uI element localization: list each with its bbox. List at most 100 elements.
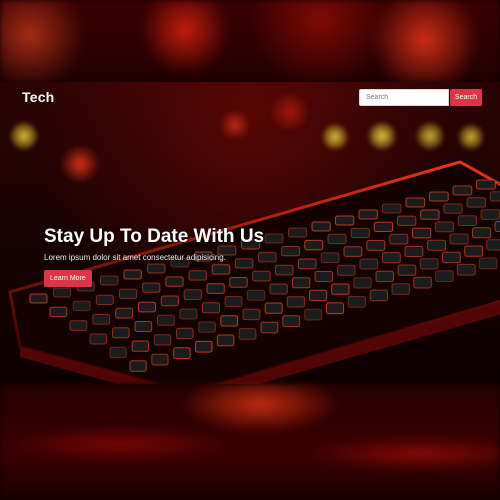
keycap	[495, 222, 500, 232]
search-button[interactable]: Search	[450, 89, 482, 106]
keycap	[287, 297, 304, 307]
keycap	[338, 265, 356, 275]
keycap	[390, 234, 408, 244]
keycap	[327, 303, 344, 314]
keycap	[392, 284, 409, 295]
background-band-top	[0, 0, 500, 82]
keycap	[199, 322, 216, 332]
keycap	[132, 341, 148, 351]
keycap	[435, 222, 453, 232]
page: Tech Search Stay Up To Date With Us Lore…	[0, 0, 500, 500]
keycap	[293, 278, 310, 288]
keycap	[367, 241, 385, 251]
keycap	[139, 302, 156, 312]
keycap	[110, 347, 126, 357]
keycap	[420, 259, 438, 269]
keycap	[315, 272, 333, 282]
keycap	[405, 247, 423, 257]
hero-title: Stay Up To Date With Us	[44, 226, 264, 248]
keycap	[305, 309, 322, 320]
keycap	[196, 341, 213, 352]
keycap	[243, 309, 260, 319]
keycap	[282, 247, 300, 256]
keycap	[152, 354, 168, 365]
keycap	[344, 247, 362, 257]
keycap	[351, 228, 369, 237]
keycap	[289, 228, 307, 237]
keycap	[276, 265, 294, 275]
keycap	[370, 290, 387, 301]
keycap	[414, 277, 432, 288]
keycap	[177, 328, 194, 338]
keycap	[154, 335, 171, 345]
keycap	[328, 234, 346, 243]
keycap	[398, 216, 416, 225]
search-form: Search	[359, 89, 482, 106]
keycap	[428, 240, 446, 250]
keycap	[348, 297, 365, 308]
keycap	[421, 210, 439, 219]
keycap	[265, 234, 283, 243]
navbar: Tech Search	[0, 82, 500, 112]
keycap	[221, 316, 238, 326]
learn-more-button[interactable]: Learn More	[44, 270, 92, 287]
keycap	[336, 216, 354, 225]
keycap	[436, 271, 454, 282]
keycap	[312, 222, 330, 231]
keycap	[261, 322, 278, 333]
keycap	[398, 265, 416, 275]
keycap	[443, 252, 461, 262]
keycap	[376, 271, 394, 281]
keycap	[360, 259, 378, 269]
keycap	[490, 192, 500, 201]
keycap	[374, 222, 392, 231]
keycap	[458, 264, 476, 275]
keycap	[473, 228, 491, 238]
keycap	[413, 228, 431, 238]
keycap	[270, 284, 287, 294]
keycap	[450, 234, 468, 244]
keycap	[481, 210, 500, 220]
keycap	[406, 198, 425, 207]
hero-text: Lorem ipsum dolor sit amet consectetur a…	[44, 253, 264, 262]
keycap	[458, 216, 476, 226]
keycap	[161, 296, 178, 306]
keycap	[383, 204, 402, 213]
keycap	[383, 253, 401, 263]
keycap	[130, 361, 146, 372]
keycap	[120, 289, 137, 298]
keycap	[477, 180, 496, 189]
keycap	[113, 328, 130, 338]
keycap	[135, 322, 152, 332]
keycap	[70, 321, 87, 331]
keycap	[354, 278, 371, 288]
background-band-bottom	[0, 384, 500, 500]
keycap	[90, 334, 107, 344]
hero-content: Stay Up To Date With Us Lorem ipsum dolo…	[44, 226, 264, 287]
keycap	[359, 210, 377, 219]
keycap	[180, 309, 197, 319]
keycap	[239, 329, 256, 340]
keycap	[332, 284, 349, 294]
keycap	[174, 348, 190, 359]
keycap	[217, 335, 234, 346]
keycap	[116, 308, 133, 318]
keycap	[265, 303, 282, 313]
keycap	[184, 290, 201, 300]
keycap	[479, 258, 497, 269]
search-input[interactable]	[359, 89, 449, 106]
keycap	[54, 288, 71, 297]
keycap	[430, 192, 449, 201]
keycap	[465, 246, 483, 256]
keycap	[50, 307, 67, 316]
keycap	[203, 303, 220, 313]
keycap	[158, 315, 175, 325]
brand-logo[interactable]: Tech	[22, 89, 54, 105]
keycap	[305, 240, 323, 249]
keycap	[298, 259, 316, 269]
keycap	[444, 204, 463, 213]
keycap	[310, 290, 327, 300]
keycap	[225, 297, 242, 307]
bokeh-light	[220, 110, 250, 140]
keycap	[467, 198, 486, 207]
